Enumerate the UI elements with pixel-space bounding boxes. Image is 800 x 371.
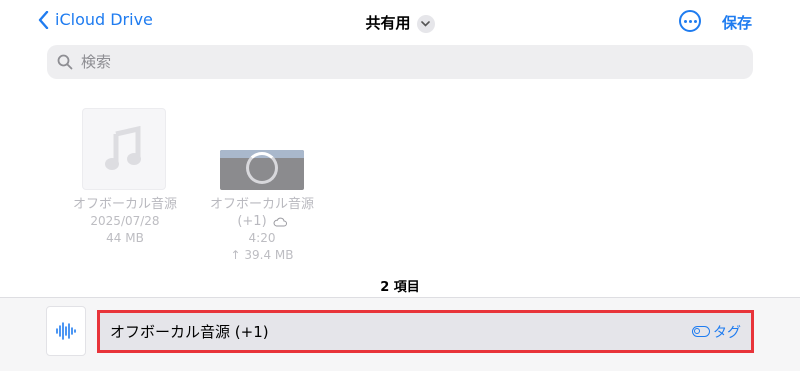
file-thumbnail — [82, 108, 166, 190]
file-upload-size: ↑ 39.4 MB — [230, 248, 294, 262]
file-name: オフボーカル音源 — [72, 197, 177, 212]
file-item: オフボーカル音源 2025/07/28 44 MB — [64, 196, 186, 247]
file-name-value[interactable]: オフボーカル音源 (+1) — [110, 321, 269, 342]
file-duration: 4:20 — [248, 231, 276, 245]
file-type-icon — [46, 306, 86, 356]
file-size: 44 MB — [106, 231, 144, 245]
page-title: 共有用 — [365, 14, 411, 32]
file-thumbnail — [220, 150, 304, 190]
more-options-icon[interactable] — [679, 10, 701, 32]
tag-label: タグ — [713, 324, 741, 341]
cloud-icon — [273, 217, 287, 226]
waveform-icon — [56, 322, 76, 340]
search-input[interactable] — [79, 52, 683, 72]
item-count: 2 項目 — [380, 280, 420, 295]
navigation-bar: iCloud Drive 共有用 保存 — [0, 0, 800, 44]
search-bar[interactable] — [47, 45, 753, 79]
tag-icon — [692, 326, 710, 337]
search-icon — [57, 54, 73, 70]
file-item: オフボーカル音源 (+1) 4:20 ↑ 39.4 MB — [201, 196, 323, 264]
file-name-suffix: (+1) — [237, 214, 267, 229]
chevron-down-icon[interactable] — [416, 14, 435, 33]
tag-button[interactable]: タグ — [692, 322, 741, 342]
file-name-field[interactable]: オフボーカル音源 (+1) タグ — [97, 310, 754, 353]
music-note-icon — [105, 126, 141, 170]
file-name: オフボーカル音源 — [209, 197, 314, 212]
file-date: 2025/07/28 — [90, 214, 160, 228]
progress-spinner — [246, 152, 278, 184]
save-button[interactable]: 保存 — [722, 12, 752, 33]
